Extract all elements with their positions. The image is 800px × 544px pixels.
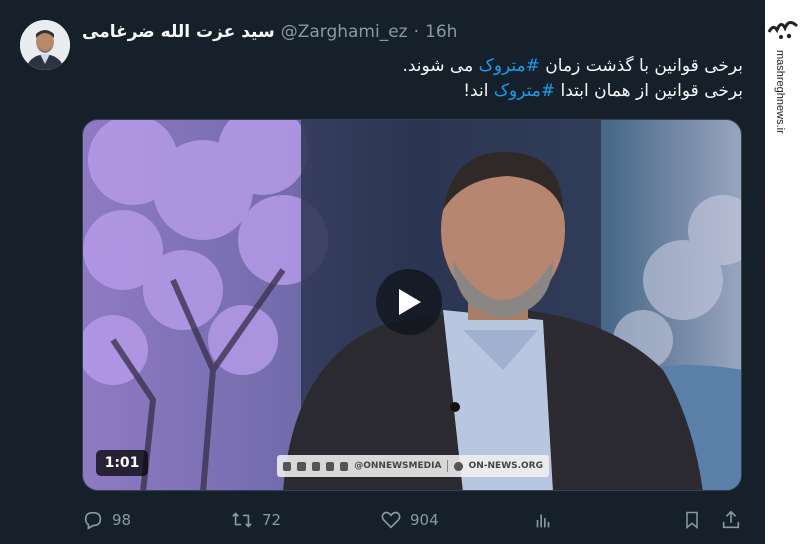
social-icon	[340, 461, 349, 471]
bookmark-button[interactable]	[682, 509, 702, 531]
brand-handle: @ONNEWSMEDIA	[354, 461, 442, 471]
tweet[interactable]: سید عزت الله ضرغامی @Zarghami_ez · 16h ب…	[0, 0, 765, 544]
separator-dot: ·	[413, 22, 419, 42]
text-span: برخی قوانین با گذشت زمان	[539, 56, 743, 76]
heart-icon	[381, 511, 401, 529]
play-icon	[399, 289, 421, 315]
video-duration: 1:01	[96, 450, 148, 476]
play-button[interactable]	[376, 269, 442, 335]
timestamp[interactable]: 16h	[425, 22, 457, 42]
repost-button[interactable]: 72	[230, 509, 281, 531]
social-icon	[325, 461, 334, 471]
brand-site: ON-NEWS.ORG	[468, 461, 543, 471]
tweet-text: برخی قوانین با گذشت زمان #متروک می شوند.…	[143, 54, 743, 104]
like-button[interactable]: 904	[380, 509, 439, 531]
text-span: برخی قوانین از همان ابتدا	[555, 81, 743, 101]
repost-icon	[232, 512, 252, 528]
hashtag-link[interactable]: #متروک	[479, 56, 540, 76]
tweet-line-1: برخی قوانین با گذشت زمان #متروک می شوند.	[143, 54, 743, 79]
social-icon	[283, 461, 292, 471]
reply-icon	[84, 511, 102, 530]
reply-count: 98	[112, 511, 132, 529]
views-button[interactable]	[532, 509, 554, 531]
tweet-actions: 98 72 904	[82, 507, 744, 533]
hashtag-link[interactable]: #متروک	[494, 81, 555, 101]
globe-icon	[454, 461, 463, 471]
social-icon	[311, 461, 320, 471]
tweet-header: سید عزت الله ضرغامی @Zarghami_ez · 16h	[82, 22, 457, 42]
broadcaster-watermark: @ONNEWSMEDIA ON-NEWS.ORG	[277, 455, 549, 477]
watermark-site: mashreghnews.ir	[774, 50, 786, 134]
share-button[interactable]	[720, 509, 742, 531]
reply-button[interactable]: 98	[82, 509, 131, 531]
like-count: 904	[410, 511, 439, 529]
user-handle[interactable]: @Zarghami_ez	[281, 22, 408, 42]
tweet-line-2: برخی قوانین از همان ابتدا #متروک اند!	[143, 79, 743, 104]
display-name[interactable]: سید عزت الله ضرغامی	[82, 22, 275, 42]
site-watermark: mashreghnews.ir	[765, 0, 800, 544]
analytics-icon	[536, 514, 550, 528]
bookmark-icon	[686, 511, 698, 530]
social-icon	[297, 461, 306, 471]
mashregh-logo	[767, 14, 799, 42]
divider	[447, 460, 449, 472]
repost-count: 72	[262, 511, 282, 529]
share-icon	[722, 510, 740, 529]
text-span: اند!	[463, 81, 494, 101]
text-span: می شوند.	[402, 56, 479, 76]
avatar[interactable]	[20, 20, 70, 70]
